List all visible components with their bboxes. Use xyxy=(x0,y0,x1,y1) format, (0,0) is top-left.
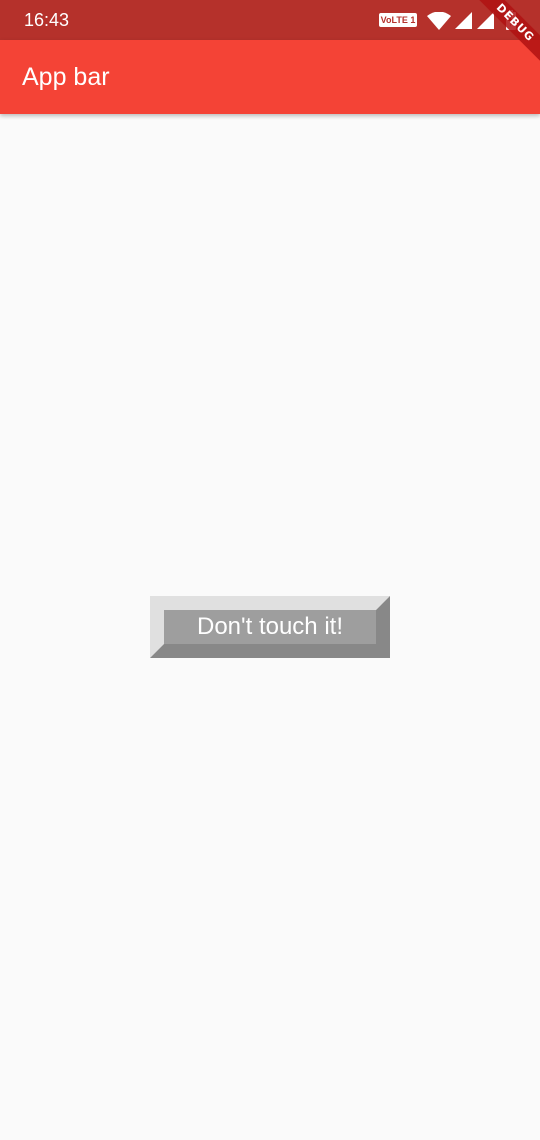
app-bar-title: App bar xyxy=(22,63,110,91)
status-time: 16:43 xyxy=(24,10,70,30)
wifi-icon xyxy=(427,12,451,30)
volte-badge: VoLTE 1 xyxy=(379,13,417,27)
cell-signal-icon xyxy=(455,12,472,29)
app-bar: App bar xyxy=(0,40,540,114)
status-bar: 16:43 VoLTE 1 xyxy=(0,0,540,40)
battery-charging-icon xyxy=(506,10,516,30)
button-label: Don't touch it! xyxy=(197,613,343,640)
dont-touch-button[interactable]: Don't touch it! xyxy=(150,596,390,658)
cell-signal-icon xyxy=(477,12,494,29)
